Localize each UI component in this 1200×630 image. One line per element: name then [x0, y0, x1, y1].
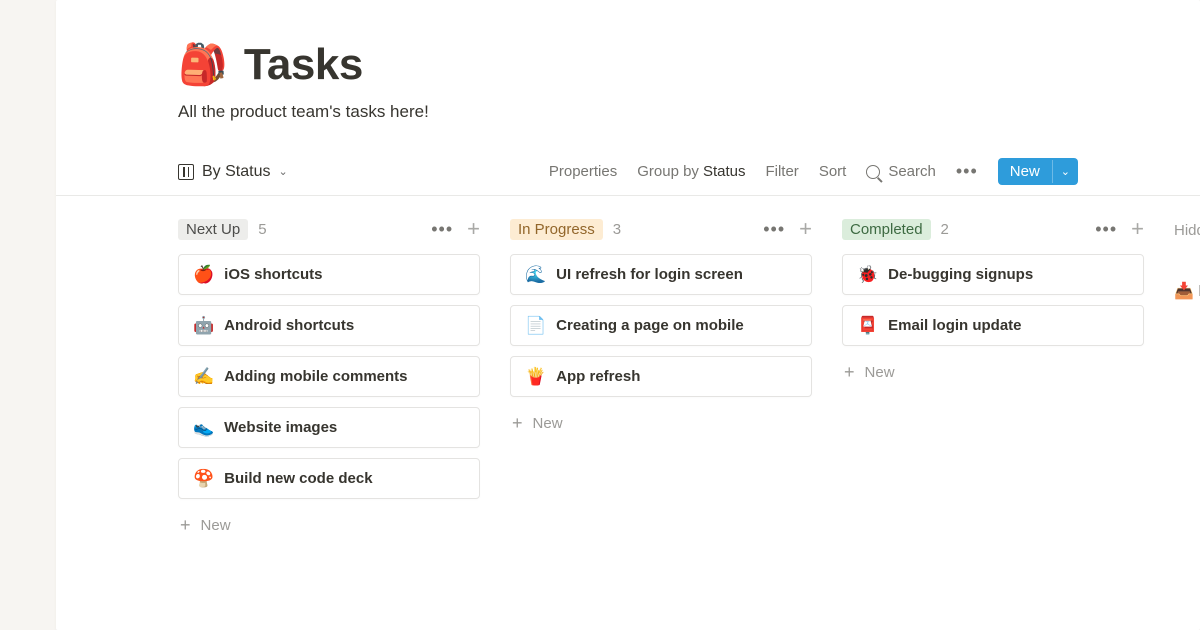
card-icon: 🤖	[193, 317, 214, 334]
chevron-down-icon: ⌄	[278, 165, 287, 178]
add-card-button[interactable]: + New	[842, 356, 1144, 389]
column-tag[interactable]: In Progress	[510, 219, 603, 240]
new-label: New	[865, 364, 895, 381]
card[interactable]: 👟 Website images	[178, 407, 480, 448]
inbox-icon[interactable]: 📥 N	[1174, 239, 1200, 301]
column-next-up: Next Up 5 ••• + 🍎 iOS shortcuts 🤖 Androi…	[178, 218, 480, 542]
card-icon: 👟	[193, 419, 214, 436]
view-selector[interactable]: By Status ⌄	[178, 163, 288, 181]
view-label: By Status	[202, 163, 270, 181]
column-add-button[interactable]: +	[799, 218, 812, 240]
group-by-button[interactable]: Group by Status	[637, 163, 745, 180]
group-by-label: Group by	[637, 163, 699, 180]
card[interactable]: 🐞 De-bugging signups	[842, 254, 1144, 295]
new-button[interactable]: New ⌄	[998, 158, 1078, 185]
board-icon	[178, 164, 194, 180]
search-button[interactable]: Search	[866, 163, 936, 180]
hidden-columns-label[interactable]: Hidde	[1174, 218, 1200, 239]
card-title: Creating a page on mobile	[556, 317, 744, 334]
page-subtitle[interactable]: All the product team's tasks here!	[178, 102, 1200, 122]
card-title: Website images	[224, 419, 337, 436]
new-button-label: New	[998, 158, 1052, 185]
page-title[interactable]: Tasks	[244, 40, 363, 90]
column-count: 5	[258, 221, 266, 238]
column-tag[interactable]: Completed	[842, 219, 931, 240]
column-more-button[interactable]: •••	[763, 219, 785, 240]
new-label: New	[201, 517, 231, 534]
board: Next Up 5 ••• + 🍎 iOS shortcuts 🤖 Androi…	[178, 196, 1200, 542]
card-icon: 📮	[857, 317, 878, 334]
card[interactable]: 🌊 UI refresh for login screen	[510, 254, 812, 295]
add-card-button[interactable]: + New	[510, 407, 812, 440]
column-tag[interactable]: Next Up	[178, 219, 248, 240]
more-menu-button[interactable]: •••	[956, 161, 978, 182]
card-icon: 🍟	[525, 368, 546, 385]
column-more-button[interactable]: •••	[431, 219, 453, 240]
column-add-button[interactable]: +	[467, 218, 480, 240]
search-icon	[866, 165, 880, 179]
card-title: De-bugging signups	[888, 266, 1033, 283]
page-icon[interactable]: 🎒	[178, 45, 228, 85]
properties-button[interactable]: Properties	[549, 163, 617, 180]
card[interactable]: 📮 Email login update	[842, 305, 1144, 346]
card-icon: 🍎	[193, 266, 214, 283]
add-card-button[interactable]: + New	[178, 509, 480, 542]
column-completed: Completed 2 ••• + 🐞 De-bugging signups 📮…	[842, 218, 1144, 542]
overflow-column: Hidde 📥 N	[1174, 218, 1200, 542]
card-icon: 📄	[525, 317, 546, 334]
column-in-progress: In Progress 3 ••• + 🌊 UI refresh for log…	[510, 218, 812, 542]
card-icon: ✍️	[193, 368, 214, 385]
card-title: Email login update	[888, 317, 1021, 334]
card-icon: 🍄	[193, 470, 214, 487]
card-title: Adding mobile comments	[224, 368, 407, 385]
filter-button[interactable]: Filter	[765, 163, 798, 180]
card-icon: 🌊	[525, 266, 546, 283]
card[interactable]: 📄 Creating a page on mobile	[510, 305, 812, 346]
column-count: 3	[613, 221, 621, 238]
group-by-value: Status	[703, 163, 746, 180]
card-title: Android shortcuts	[224, 317, 354, 334]
card[interactable]: 🍎 iOS shortcuts	[178, 254, 480, 295]
plus-icon: +	[512, 413, 523, 434]
card-title: UI refresh for login screen	[556, 266, 743, 283]
plus-icon: +	[844, 362, 855, 383]
column-count: 2	[941, 221, 949, 238]
card-title: iOS shortcuts	[224, 266, 322, 283]
card[interactable]: ✍️ Adding mobile comments	[178, 356, 480, 397]
new-label: New	[533, 415, 563, 432]
new-button-dropdown[interactable]: ⌄	[1052, 160, 1078, 183]
card-title: Build new code deck	[224, 470, 372, 487]
search-label: Search	[888, 163, 936, 180]
card-title: App refresh	[556, 368, 640, 385]
column-add-button[interactable]: +	[1131, 218, 1144, 240]
column-more-button[interactable]: •••	[1095, 219, 1117, 240]
plus-icon: +	[180, 515, 191, 536]
card[interactable]: 🍟 App refresh	[510, 356, 812, 397]
card-icon: 🐞	[857, 266, 878, 283]
sort-button[interactable]: Sort	[819, 163, 847, 180]
card[interactable]: 🍄 Build new code deck	[178, 458, 480, 499]
card[interactable]: 🤖 Android shortcuts	[178, 305, 480, 346]
